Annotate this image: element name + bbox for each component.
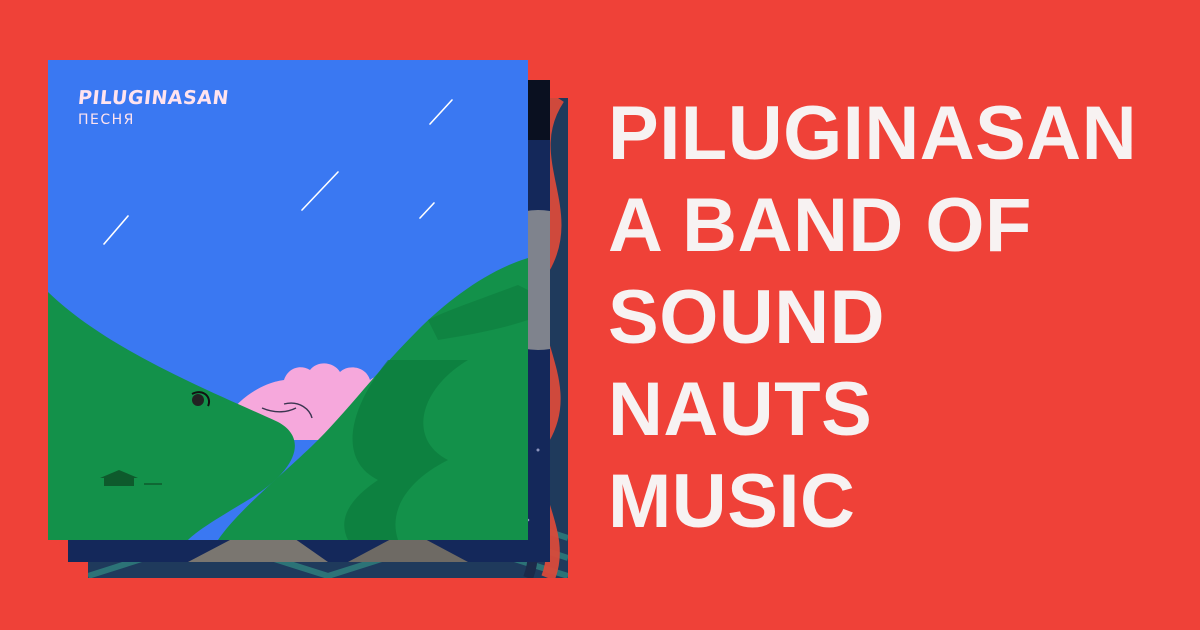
album-cover-front[interactable]: PILUGINASAN ПЕСНЯ <box>48 60 528 540</box>
cover-artist-name: PILUGINASAN <box>76 87 231 109</box>
headline-line-2: A BAND OF <box>608 183 1032 268</box>
headline-line-5: MUSIC <box>608 459 856 544</box>
headline: PILUGINASAN A BAND OF SOUND NAUTS MUSIC <box>608 88 1188 548</box>
cover-track-title: ПЕСНЯ <box>78 112 135 128</box>
cover-artwork <box>48 60 528 540</box>
headline-line-4: NAUTS <box>608 367 873 452</box>
album-cover-stack: PILUGINASAN ПЕСНЯ <box>0 0 600 630</box>
headline-line-3: SOUND <box>608 275 885 360</box>
headline-line-1: PILUGINASAN <box>608 91 1138 176</box>
